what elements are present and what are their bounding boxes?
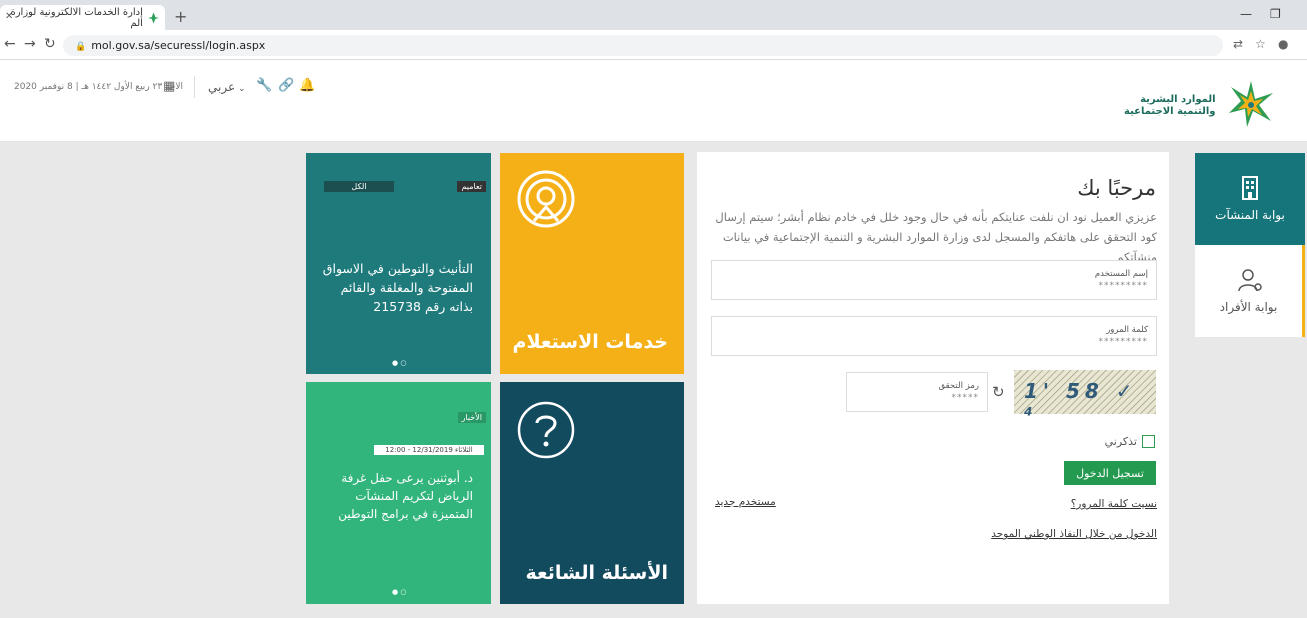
username-value: ********* <box>1098 281 1148 291</box>
wrench-icon[interactable]: 🔧 <box>256 78 272 93</box>
login-notice: عزيزي العميل نود ان نلفت عنايتكم بأنه في… <box>715 210 1157 264</box>
password-value: ********* <box>1098 337 1148 347</box>
captcha-label: رمز التحقق <box>938 381 979 391</box>
site-favicon-icon <box>147 11 159 24</box>
side-portal-nav: بوابة المنشآت بوابة الأفراد <box>1195 153 1305 338</box>
all-button[interactable]: الكل <box>324 181 394 192</box>
login-button[interactable]: تسجيل الدخول <box>1064 461 1156 485</box>
carousel-dots[interactable]: ● ○ <box>392 359 406 367</box>
ministry-logo-text: الموارد البشرية والتنمية الاجتماعية <box>1124 94 1216 118</box>
captcha-value: ***** <box>951 393 979 403</box>
back-arrow-icon[interactable]: ← <box>4 36 16 52</box>
captcha-field[interactable]: رمز التحقق ***** <box>846 372 988 412</box>
notification-bell-icon[interactable]: 🔔 <box>299 78 315 93</box>
national-sso-link[interactable]: الدخول من خلال النفاذ الوطني الموحد <box>991 528 1157 540</box>
bookmark-star-icon[interactable]: ☆ <box>1255 37 1266 51</box>
password-field[interactable]: كلمة المرور ********* <box>711 316 1157 356</box>
address-bar: ← → ↻ 🔒 mol.gov.sa/securessl/login.aspx ⇄… <box>0 30 1307 60</box>
individuals-portal-tab[interactable]: بوابة الأفراد <box>1195 245 1305 337</box>
url-text: mol.gov.sa/securessl/login.aspx <box>91 39 266 52</box>
header-divider <box>194 76 195 98</box>
remember-me[interactable]: تذكرني <box>1105 435 1155 448</box>
inquiry-services-title: خدمات الاستعلام <box>512 331 668 353</box>
ministry-logo-icon <box>1229 81 1273 127</box>
news-headline[interactable]: د. أبوثنين يرعى حفل غرفة الرياض لتكريم ا… <box>313 469 473 523</box>
chevron-down-icon: ⌄ <box>235 84 246 94</box>
profile-avatar-icon[interactable]: ● <box>1278 37 1288 51</box>
header-date: الاحد ٢٣ ربيع الأول ١٤٤٢ هـ | 8 نوفمبر 2… <box>14 82 183 92</box>
restore-icon[interactable]: ❐ <box>1270 7 1281 21</box>
calendar-icon[interactable]: ▦ <box>163 79 175 94</box>
url-field[interactable]: 🔒 mol.gov.sa/securessl/login.aspx <box>63 35 1223 56</box>
building-icon <box>1242 176 1258 200</box>
password-label: كلمة المرور <box>1106 325 1148 335</box>
news-date-badge: الثلاثاء 12/31/2019 - 12:00 <box>374 445 484 455</box>
tab-title: إدارة الخدمات الالكترونية لوزارة الم <box>10 6 143 29</box>
circulars-badge: تعاميم <box>457 181 486 192</box>
forgot-password-link[interactable]: نسيت كلمة المرور؟ <box>1071 498 1157 510</box>
language-label: عربي <box>208 80 236 94</box>
minimize-icon[interactable]: — <box>1240 7 1252 21</box>
inquiry-services-tile[interactable]: خدمات الاستعلام <box>500 153 684 374</box>
user-settings-icon <box>1238 269 1262 292</box>
establishments-portal-label: بوابة المنشآت <box>1215 208 1285 222</box>
link-icon[interactable]: 🔗 <box>278 78 294 93</box>
username-label: إسم المستخدم <box>1094 269 1148 279</box>
news-headline[interactable]: التأنيث والتوطين في الاسواق المفتوحة وال… <box>313 259 473 316</box>
question-mark-icon <box>517 401 575 459</box>
faq-tile[interactable]: الأسئلة الشائعة <box>500 382 684 604</box>
forward-arrow-icon[interactable]: → <box>24 36 36 52</box>
news-tile-news[interactable]: الأخبار الثلاثاء 12/31/2019 - 12:00 د. أ… <box>306 382 491 604</box>
news-tile-circulars[interactable]: تعاميم الكل التأنيث والتوطين في الاسواق … <box>306 153 491 374</box>
captcha-refresh-icon[interactable]: ↻ <box>992 383 1005 401</box>
logo-line-2: والتنمية الاجتماعية <box>1124 106 1216 117</box>
news-badge: الأخبار <box>457 412 486 423</box>
site-header: الاحد ٢٣ ربيع الأول ١٤٤٢ هـ | 8 نوفمبر 2… <box>0 60 1307 142</box>
login-card: مرحبًا بك عزيزي العميل نود ان نلفت عنايت… <box>697 152 1169 604</box>
remember-checkbox[interactable] <box>1142 435 1155 448</box>
browser-tab-bar: إدارة الخدمات الالكترونية لوزارة الم ✕ +… <box>0 0 1307 30</box>
lock-icon: 🔒 <box>75 42 87 52</box>
broadcast-person-icon <box>517 170 575 228</box>
captcha-image: 1' 58 ✓ ⁴ <box>1014 370 1156 427</box>
new-tab-button[interactable]: + <box>174 7 187 26</box>
tab-close-icon[interactable]: ✕ <box>5 11 13 22</box>
translate-icon[interactable]: ⇄ <box>1233 37 1243 51</box>
individuals-portal-label: بوابة الأفراد <box>1219 300 1278 314</box>
logo-line-1: الموارد البشرية <box>1140 94 1216 105</box>
welcome-heading: مرحبًا بك <box>1077 176 1156 200</box>
reload-icon[interactable]: ↻ <box>44 36 56 52</box>
carousel-dots[interactable]: ● ○ <box>392 588 406 596</box>
username-field[interactable]: إسم المستخدم ********* <box>711 260 1157 300</box>
browser-tab[interactable]: إدارة الخدمات الالكترونية لوزارة الم ✕ <box>0 5 165 30</box>
faq-title: الأسئلة الشائعة <box>525 562 669 584</box>
remember-label: تذكرني <box>1104 435 1137 448</box>
language-selector[interactable]: ⌄ عربي <box>208 80 246 94</box>
captcha-text: 1' 58 ✓ ⁴ <box>1024 379 1138 427</box>
new-user-link[interactable]: مستخدم جديد <box>715 496 776 508</box>
establishments-portal-tab[interactable]: بوابة المنشآت <box>1195 153 1305 245</box>
